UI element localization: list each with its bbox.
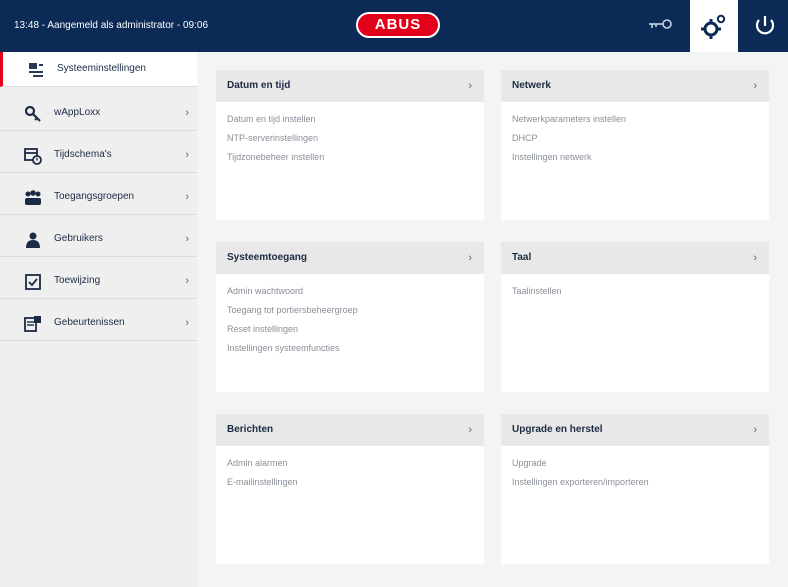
card-link[interactable]: NTP-serverinstellingen (227, 129, 324, 148)
key-icon (24, 105, 41, 122)
card-header[interactable]: Upgrade en herstel › (501, 414, 769, 446)
user-icon (26, 232, 40, 248)
card-link[interactable]: Reset instellingen (227, 320, 358, 339)
sidebar-item-label: Gebeurtenissen (54, 317, 125, 328)
key-icon[interactable] (644, 12, 676, 40)
session-status-text: 13:48 - Aangemeld als administrator - 09… (14, 20, 208, 31)
card-link[interactable]: DHCP (512, 129, 626, 148)
chevron-right-icon: › (753, 80, 757, 92)
card-netwerk: Netwerk › Netwerkparameters instellen DH… (501, 70, 769, 220)
card-title: Upgrade en herstel (512, 424, 603, 435)
sidebar-item-label: Tijdschema's (54, 149, 112, 160)
sidebar-item-tijdschemas[interactable]: Tijdschema's › (0, 138, 197, 173)
card-link[interactable]: Datum en tijd instellen (227, 110, 324, 129)
card-header[interactable]: Systeemtoegang › (216, 242, 484, 274)
card-taal: Taal › Taalinstellen (501, 242, 769, 392)
chevron-right-icon: › (185, 317, 189, 329)
chevron-right-icon: › (753, 424, 757, 436)
sidebar-item-wapploxx[interactable]: wAppLoxx › (0, 96, 197, 131)
sidebar-item-label: wAppLoxx (54, 107, 101, 118)
chevron-right-icon: › (185, 107, 189, 119)
card-header[interactable]: Netwerk › (501, 70, 769, 102)
card-link[interactable]: E-mailinstellingen (227, 473, 298, 492)
card-datum-en-tijd: Datum en tijd › Datum en tijd instellen … (216, 70, 484, 220)
chevron-right-icon: › (468, 424, 472, 436)
chevron-right-icon: › (185, 275, 189, 287)
sidebar: Systeeminstellingen wAppLoxx › Tijdschem… (0, 52, 197, 587)
power-icon (755, 16, 775, 35)
sidebar-item-label: Systeeminstellingen (57, 63, 146, 74)
settings-sliders-icon (29, 63, 43, 77)
power-button[interactable] (742, 0, 788, 52)
card-header[interactable]: Taal › (501, 242, 769, 274)
card-link[interactable]: Admin wachtwoord (227, 282, 358, 301)
chevron-right-icon: › (185, 149, 189, 161)
gear-icon (701, 14, 726, 39)
sidebar-item-toewijzing[interactable]: Toewijzing › (0, 264, 197, 299)
card-link[interactable]: Instellingen systeemfuncties (227, 339, 358, 358)
card-title: Netwerk (512, 80, 551, 91)
chevron-right-icon: › (468, 80, 472, 92)
card-link[interactable]: Toegang tot portiersbeheergroep (227, 301, 358, 320)
card-header[interactable]: Berichten › (216, 414, 484, 446)
sidebar-item-label: Gebruikers (54, 233, 103, 244)
card-title: Berichten (227, 424, 274, 435)
settings-tab[interactable] (690, 0, 738, 52)
card-upgrade-en-herstel: Upgrade en herstel › Upgrade Instellinge… (501, 414, 769, 564)
calendar-clock-icon (24, 148, 42, 165)
checkbox-icon (25, 274, 41, 290)
card-header[interactable]: Datum en tijd › (216, 70, 484, 102)
card-link[interactable]: Upgrade (512, 454, 649, 473)
card-title: Taal (512, 252, 532, 263)
card-systeemtoegang: Systeemtoegang › Admin wachtwoord Toegan… (216, 242, 484, 392)
card-link[interactable]: Taalinstellen (512, 282, 562, 301)
group-icon (25, 190, 41, 205)
sidebar-item-gebeurtenissen[interactable]: Gebeurtenissen › (0, 306, 197, 341)
sidebar-item-toegangsgroepen[interactable]: Toegangsgroepen › (0, 180, 197, 215)
card-link[interactable]: Admin alarmen (227, 454, 298, 473)
chevron-right-icon: › (185, 191, 189, 203)
card-title: Datum en tijd (227, 80, 291, 91)
sidebar-item-label: Toegangsgroepen (54, 191, 135, 202)
chevron-right-icon: › (753, 252, 757, 264)
sidebar-item-systeeminstellingen[interactable]: Systeeminstellingen (0, 52, 197, 87)
card-title: Systeemtoegang (227, 252, 308, 263)
sidebar-item-gebruikers[interactable]: Gebruikers › (0, 222, 197, 257)
top-bar: 13:48 - Aangemeld als administrator - 09… (0, 0, 788, 52)
card-berichten: Berichten › Admin alarmen E-mailinstelli… (216, 414, 484, 564)
main-content: Datum en tijd › Datum en tijd instellen … (197, 52, 788, 587)
card-link[interactable]: Instellingen netwerk (512, 148, 626, 167)
abus-logo: ABUS (356, 12, 440, 38)
event-log-icon (24, 316, 41, 332)
card-link[interactable]: Netwerkparameters instellen (512, 110, 626, 129)
sidebar-item-label: Toewijzing (54, 275, 101, 286)
card-link[interactable]: Instellingen exporteren/importeren (512, 473, 649, 492)
chevron-right-icon: › (468, 252, 472, 264)
card-link[interactable]: Tijdzonebeheer instellen (227, 148, 324, 167)
chevron-right-icon: › (185, 233, 189, 245)
